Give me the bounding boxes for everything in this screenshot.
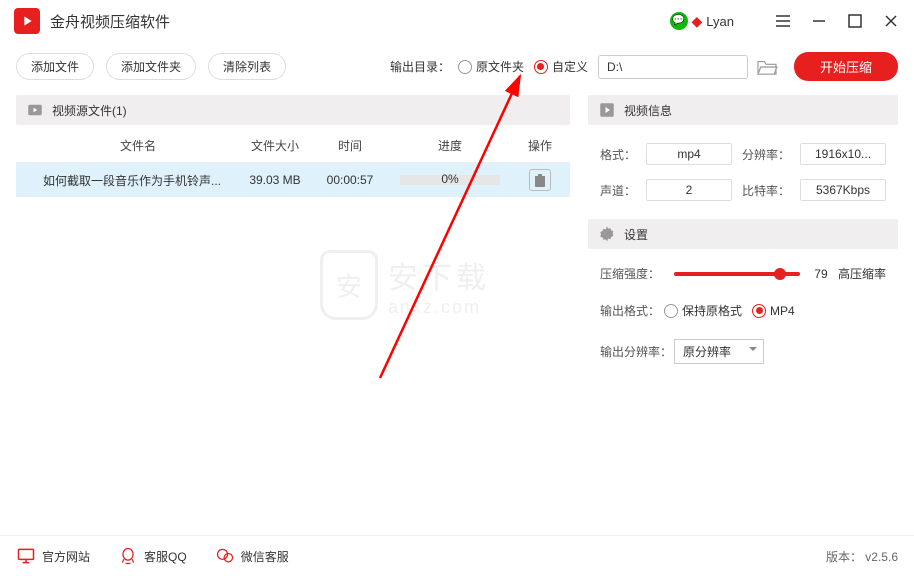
col-operation: 操作 — [510, 137, 570, 154]
bitrate-value: 5367Kbps — [800, 179, 886, 201]
footer: 官方网站 客服QQ 微信客服 版本： v2.5.6 — [0, 535, 914, 576]
qq-icon — [118, 546, 138, 566]
app-logo — [14, 8, 40, 34]
resolution-value: 1916x10... — [800, 143, 886, 165]
col-size: 文件大小 — [240, 137, 310, 154]
col-progress: 进度 — [390, 137, 510, 154]
titlebar: 金舟视频压缩软件 💬 ◆ Lyan — [0, 0, 914, 42]
app-title: 金舟视频压缩软件 — [50, 11, 170, 32]
output-format-row: 输出格式： 保持原格式 MP4 — [600, 302, 886, 319]
radio-custom-folder[interactable]: 自定义 — [534, 58, 588, 75]
row-progress: 0% — [390, 175, 510, 185]
radio-keep-format[interactable]: 保持原格式 — [664, 302, 742, 319]
trash-icon — [534, 173, 546, 187]
monitor-icon — [16, 546, 36, 566]
table-row[interactable]: 如何截取一段音乐作为手机铃声... 39.03 MB 00:00:57 0% — [16, 163, 570, 197]
strength-slider[interactable] — [674, 272, 800, 276]
output-resolution-row: 输出分辨率： 原分辨率 — [600, 339, 886, 364]
clear-list-button[interactable]: 清除列表 — [208, 53, 286, 80]
resolution-label: 分辨率： — [742, 146, 790, 163]
radio-original-folder[interactable]: 原文件夹 — [458, 58, 524, 75]
browse-folder-icon[interactable] — [756, 58, 778, 76]
add-folder-button[interactable]: 添加文件夹 — [106, 53, 196, 80]
format-label: 格式： — [600, 146, 636, 163]
close-icon[interactable] — [882, 12, 900, 30]
wechat-support-link[interactable]: 微信客服 — [215, 546, 289, 566]
user-area[interactable]: 💬 ◆ Lyan — [670, 12, 735, 30]
output-dir-label: 输出目录： — [390, 58, 450, 75]
menu-icon[interactable] — [774, 12, 792, 30]
table-header: 文件名 文件大小 时间 进度 操作 — [16, 129, 570, 163]
maximize-icon[interactable] — [846, 12, 864, 30]
output-path-input[interactable] — [598, 55, 748, 79]
compress-strength-row: 压缩强度： 79 高压缩率 — [600, 265, 886, 282]
row-filename: 如何截取一段音乐作为手机铃声... — [16, 172, 240, 189]
settings-header: 设置 — [588, 219, 898, 249]
wechat-support-icon — [215, 546, 235, 566]
gear-icon — [598, 225, 616, 243]
official-site-link[interactable]: 官方网站 — [16, 546, 90, 566]
minimize-icon[interactable] — [810, 12, 828, 30]
channels-label: 声道： — [600, 182, 636, 199]
qq-support-link[interactable]: 客服QQ — [118, 546, 187, 566]
source-files-header: 视频源文件(1) — [16, 95, 570, 125]
row-size: 39.03 MB — [240, 173, 310, 187]
row-time: 00:00:57 — [310, 173, 390, 187]
strength-text: 高压缩率 — [838, 265, 886, 282]
col-filename: 文件名 — [16, 137, 240, 154]
delete-row-button[interactable] — [529, 169, 551, 191]
bitrate-label: 比特率： — [742, 182, 790, 199]
channels-value: 2 — [646, 179, 732, 201]
username: Lyan — [706, 14, 734, 29]
toolbar: 添加文件 添加文件夹 清除列表 输出目录： 原文件夹 自定义 开始压缩 — [0, 42, 914, 95]
output-resolution-select[interactable]: 原分辨率 — [674, 339, 764, 364]
version-label: 版本： v2.5.6 — [826, 548, 898, 565]
start-compress-button[interactable]: 开始压缩 — [794, 52, 898, 81]
video-info-grid: 格式： mp4 分辨率： 1916x10... 声道： 2 比特率： 5367K… — [588, 125, 898, 219]
add-file-button[interactable]: 添加文件 — [16, 53, 94, 80]
radio-mp4-format[interactable]: MP4 — [752, 304, 795, 318]
video-icon — [26, 101, 44, 119]
vip-icon: ◆ — [692, 13, 703, 30]
strength-value: 79 — [810, 267, 832, 281]
play-icon — [598, 101, 616, 119]
format-value: mp4 — [646, 143, 732, 165]
col-time: 时间 — [310, 137, 390, 154]
wechat-icon: 💬 — [670, 12, 688, 30]
video-info-header: 视频信息 — [588, 95, 898, 125]
